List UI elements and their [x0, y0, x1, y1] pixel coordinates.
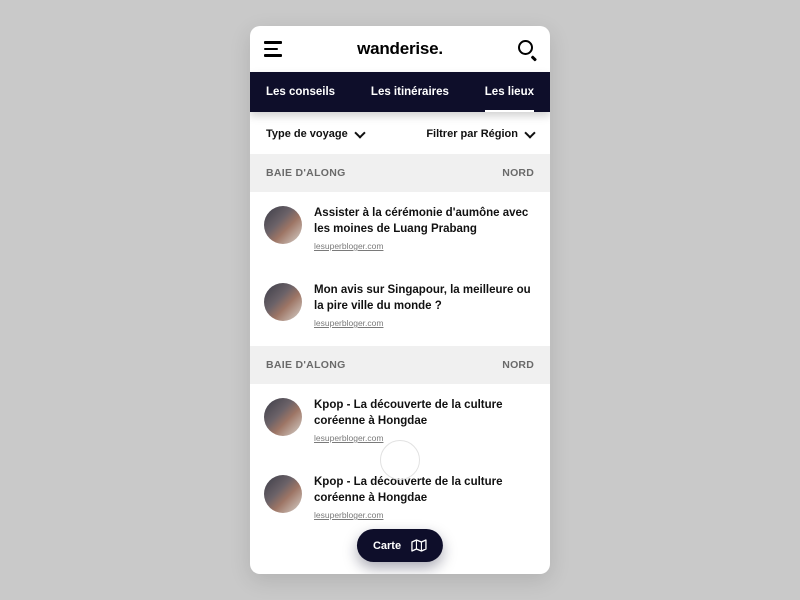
section-region: NORD	[502, 359, 534, 371]
filter-region[interactable]: Filtrer par Région	[426, 128, 534, 140]
chevron-down-icon	[354, 127, 365, 138]
section-title: BAIE D'ALONG	[266, 167, 346, 179]
filter-bar: Type de voyage Filtrer par Région	[250, 112, 550, 154]
list-item[interactable]: Mon avis sur Singapour, la meilleure ou …	[250, 269, 550, 346]
chevron-down-icon	[524, 127, 535, 138]
map-button-label: Carte	[373, 540, 401, 552]
app-frame: wanderise. Les conseils Les itinéraires …	[250, 26, 550, 574]
results-scroll[interactable]: BAIE D'ALONG NORD Assister à la cérémoni…	[250, 154, 550, 574]
section-title: BAIE D'ALONG	[266, 359, 346, 371]
list-item-body: Kpop - La découverte de la culture corée…	[314, 398, 536, 443]
list-item-body: Assister à la cérémonie d'aumône avec le…	[314, 206, 536, 251]
search-icon[interactable]	[518, 40, 536, 58]
list-item-title: Assister à la cérémonie d'aumône avec le…	[314, 206, 536, 237]
list-item-source: lesuperbloger.com	[314, 433, 536, 443]
section-header: BAIE D'ALONG NORD	[250, 346, 550, 384]
decorative-circle	[380, 440, 420, 480]
thumbnail	[264, 206, 302, 244]
list-item-source: lesuperbloger.com	[314, 241, 536, 251]
thumbnail	[264, 283, 302, 321]
list-item[interactable]: Assister à la cérémonie d'aumône avec le…	[250, 192, 550, 269]
tab-bar: Les conseils Les itinéraires Les lieux	[250, 72, 550, 112]
map-button[interactable]: Carte	[357, 529, 443, 562]
list-item-body: Kpop - La découverte de la culture corée…	[314, 475, 536, 520]
tab-conseils[interactable]: Les conseils	[266, 72, 335, 112]
filter-type-label: Type de voyage	[266, 128, 348, 140]
menu-icon[interactable]	[264, 41, 282, 57]
list-item-source: lesuperbloger.com	[314, 510, 536, 520]
tab-itineraires[interactable]: Les itinéraires	[371, 72, 449, 112]
list-item-body: Mon avis sur Singapour, la meilleure ou …	[314, 283, 536, 328]
section-header: BAIE D'ALONG NORD	[250, 154, 550, 192]
list-item-title: Kpop - La découverte de la culture corée…	[314, 475, 536, 506]
list-item-title: Kpop - La découverte de la culture corée…	[314, 398, 536, 429]
thumbnail	[264, 398, 302, 436]
list-item-source: lesuperbloger.com	[314, 318, 536, 328]
tab-lieux[interactable]: Les lieux	[485, 72, 534, 112]
section-region: NORD	[502, 167, 534, 179]
map-icon	[411, 539, 427, 552]
thumbnail	[264, 475, 302, 513]
filter-type[interactable]: Type de voyage	[266, 128, 364, 140]
topbar: wanderise.	[250, 26, 550, 72]
filter-region-label: Filtrer par Région	[426, 128, 518, 140]
list-item-title: Mon avis sur Singapour, la meilleure ou …	[314, 283, 536, 314]
brand-logo: wanderise.	[357, 39, 443, 59]
